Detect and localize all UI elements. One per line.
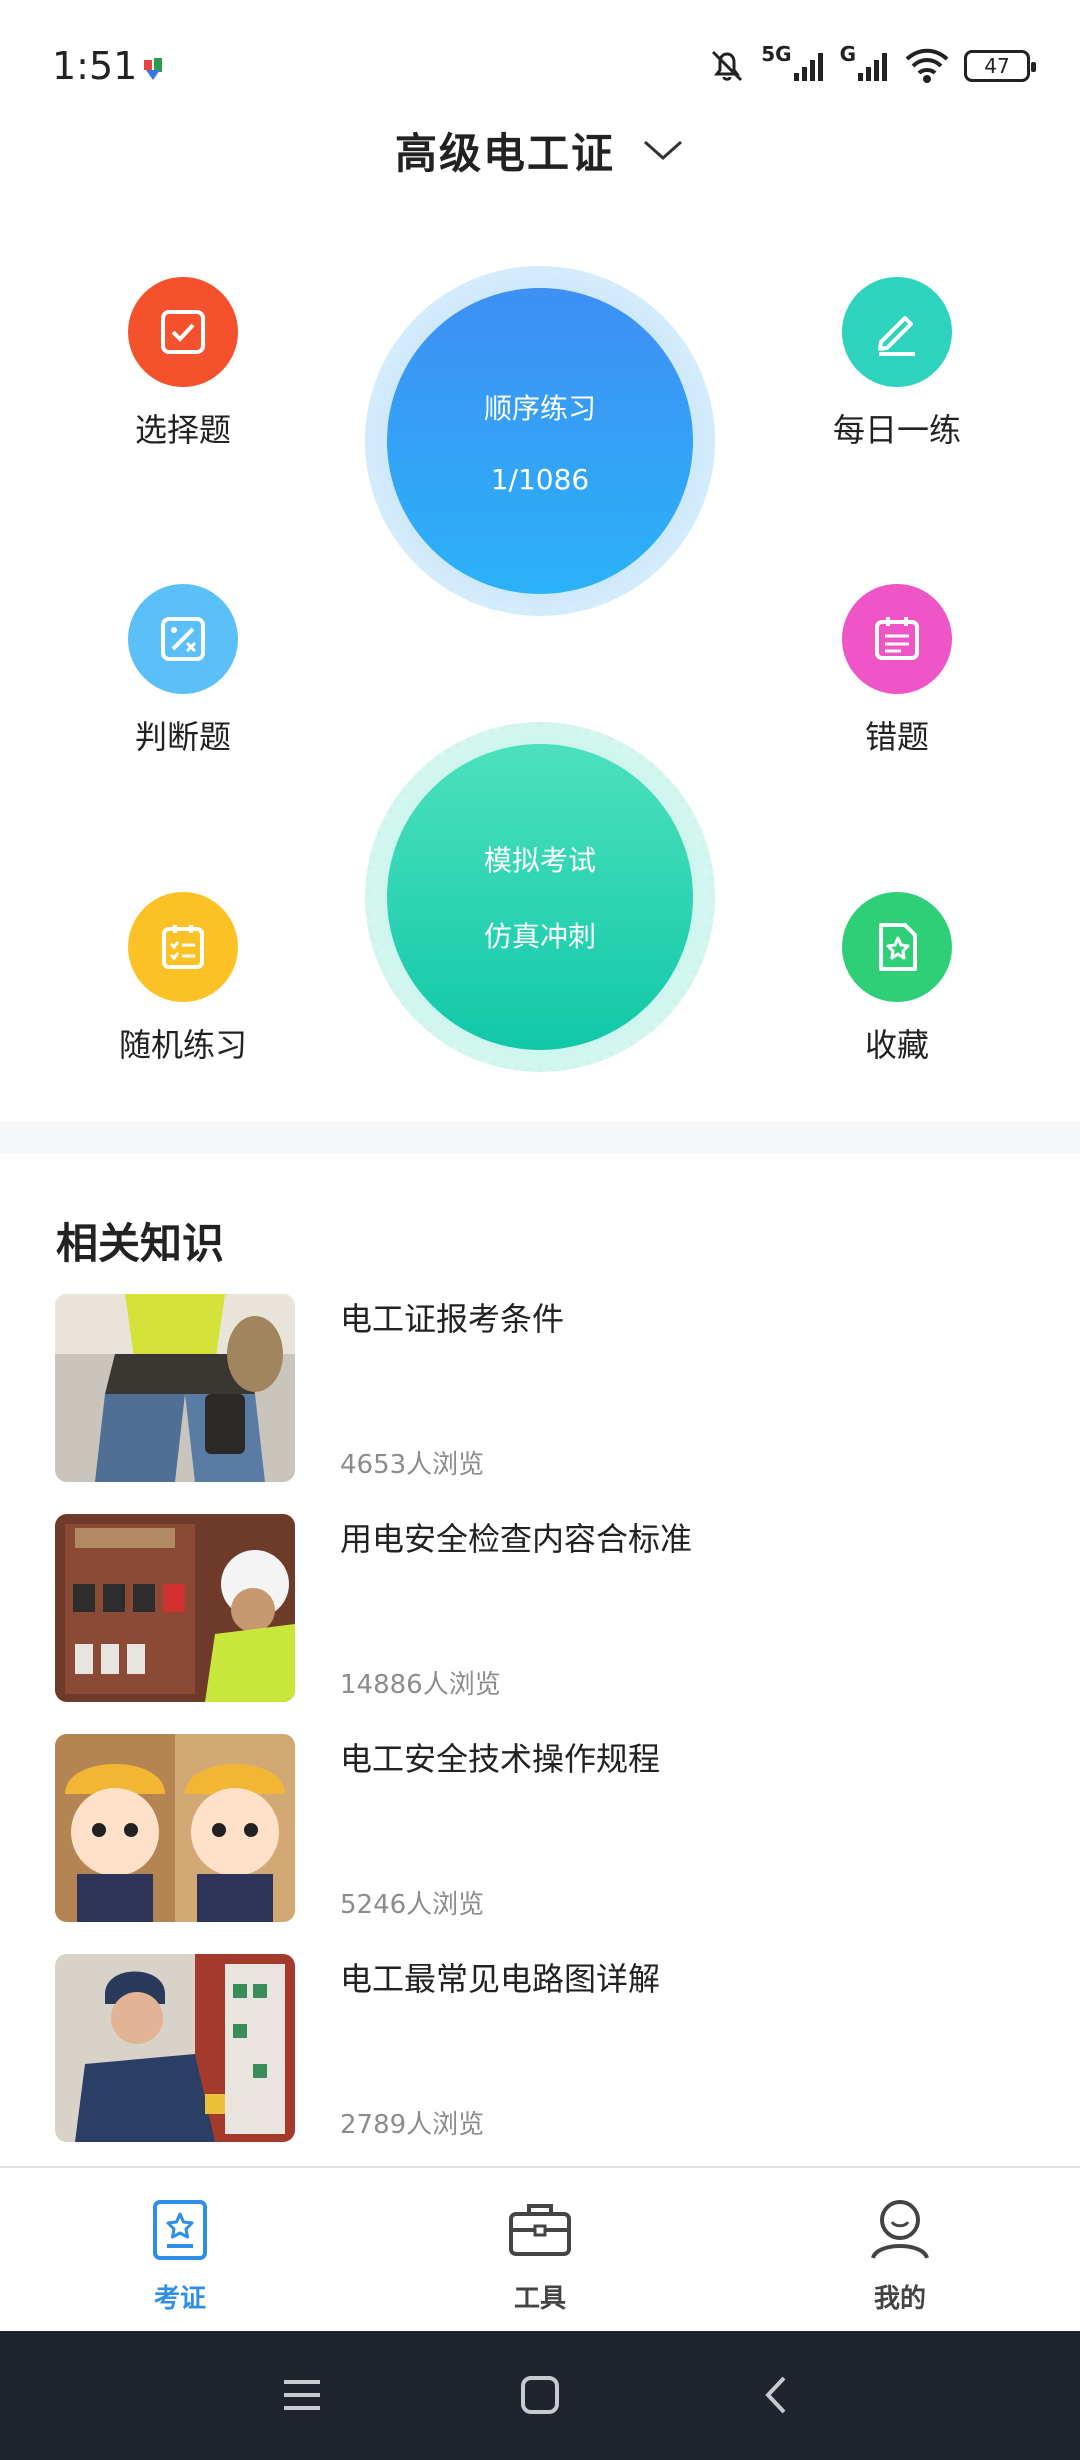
back-icon[interactable] bbox=[756, 2373, 800, 2417]
article-item[interactable]: 用电安全检查内容合标准 14886人浏览 bbox=[55, 1514, 1025, 1704]
article-title: 电工证报考条件 bbox=[340, 1300, 565, 1338]
wrong-questions-label: 错题 bbox=[864, 718, 929, 756]
section-divider bbox=[0, 1122, 1080, 1154]
article-thumbnail bbox=[55, 1514, 295, 1702]
article-title: 电工安全技术操作规程 bbox=[340, 1740, 661, 1778]
app-notification-icon bbox=[144, 58, 162, 80]
network-5g-label: 5G bbox=[761, 42, 792, 66]
menu-icon[interactable] bbox=[280, 2373, 324, 2417]
chevron-down-icon bbox=[644, 140, 682, 161]
judge-question-label: 判断题 bbox=[134, 718, 231, 756]
wifi-icon bbox=[905, 48, 949, 83]
home-icon[interactable] bbox=[518, 2373, 562, 2417]
page-title: 高级电工证 bbox=[394, 128, 615, 178]
article-thumbnail bbox=[55, 1734, 295, 1922]
sequential-practice-button[interactable]: 顺序练习 1/1086 bbox=[365, 266, 715, 616]
tab-tools-label: 工具 bbox=[513, 2284, 566, 2314]
mute-bell-icon bbox=[712, 50, 743, 82]
daily-practice-label: 每日一练 bbox=[832, 411, 961, 449]
tab-profile[interactable]: 我的 bbox=[800, 2194, 1000, 2315]
article-views: 5246人浏览 bbox=[340, 1890, 485, 1920]
article-views: 2789人浏览 bbox=[340, 2110, 485, 2140]
mock-exam-subtitle: 仿真冲刺 bbox=[483, 920, 596, 953]
percent-calc-icon bbox=[128, 584, 238, 694]
article-item[interactable]: 电工安全技术操作规程 5246人浏览 bbox=[55, 1734, 1025, 1924]
knowledge-section-title: 相关知识 bbox=[56, 1219, 225, 1268]
checkbox-icon bbox=[128, 277, 238, 387]
article-thumbnail bbox=[55, 1294, 295, 1482]
choice-question-button[interactable]: 选择题 bbox=[73, 277, 293, 451]
tab-tools[interactable]: 工具 bbox=[440, 2194, 640, 2315]
random-practice-button[interactable]: 随机练习 bbox=[73, 892, 293, 1066]
choice-question-label: 选择题 bbox=[134, 411, 231, 449]
judge-question-button[interactable]: 判断题 bbox=[73, 584, 293, 758]
wrong-questions-button[interactable]: 错题 bbox=[787, 584, 1007, 758]
signal-icon bbox=[793, 53, 823, 81]
favorites-label: 收藏 bbox=[864, 1026, 929, 1064]
article-title: 用电安全检查内容合标准 bbox=[340, 1520, 693, 1558]
signal-icon-2 bbox=[858, 53, 887, 81]
checklist-icon bbox=[128, 892, 238, 1002]
tab-certificate-label: 考证 bbox=[153, 2284, 206, 2314]
status-bar: 1:51 5G G 47 bbox=[0, 0, 1080, 120]
pencil-icon bbox=[842, 277, 952, 387]
sequential-practice-progress: 1/1086 bbox=[490, 462, 590, 496]
mock-exam-button[interactable]: 模拟考试 仿真冲刺 bbox=[365, 722, 715, 1072]
calendar-list-icon bbox=[842, 584, 952, 694]
random-practice-label: 随机练习 bbox=[118, 1026, 247, 1064]
sequential-practice-title: 顺序练习 bbox=[483, 391, 596, 425]
system-nav-bar bbox=[0, 2331, 1080, 2460]
network-g-label: G bbox=[839, 42, 856, 66]
article-item[interactable]: 电工证报考条件 4653人浏览 bbox=[55, 1294, 1025, 1484]
tab-profile-label: 我的 bbox=[873, 2284, 926, 2314]
toolbox-icon bbox=[509, 2204, 571, 2256]
favorites-button[interactable]: 收藏 bbox=[787, 892, 1007, 1066]
battery-indicator: 47 bbox=[964, 50, 1036, 82]
article-views: 14886人浏览 bbox=[340, 1670, 501, 1700]
star-file-icon bbox=[842, 892, 952, 1002]
status-time: 1:51 bbox=[52, 44, 138, 88]
mock-exam-title: 模拟考试 bbox=[483, 844, 596, 877]
bottom-nav: 考证 工具 我的 bbox=[0, 2166, 1080, 2331]
article-title: 电工最常见电路图详解 bbox=[340, 1960, 661, 1998]
daily-practice-button[interactable]: 每日一练 bbox=[787, 277, 1007, 451]
article-views: 4653人浏览 bbox=[340, 1450, 485, 1480]
tab-certificate[interactable]: 考证 bbox=[80, 2194, 280, 2315]
certificate-icon bbox=[153, 2200, 207, 2260]
article-thumbnail bbox=[55, 1954, 295, 2142]
article-item[interactable]: 电工最常见电路图详解 2789人浏览 bbox=[55, 1954, 1025, 2144]
exam-selector[interactable]: 高级电工证 bbox=[0, 110, 1080, 190]
profile-icon bbox=[871, 2200, 929, 2259]
